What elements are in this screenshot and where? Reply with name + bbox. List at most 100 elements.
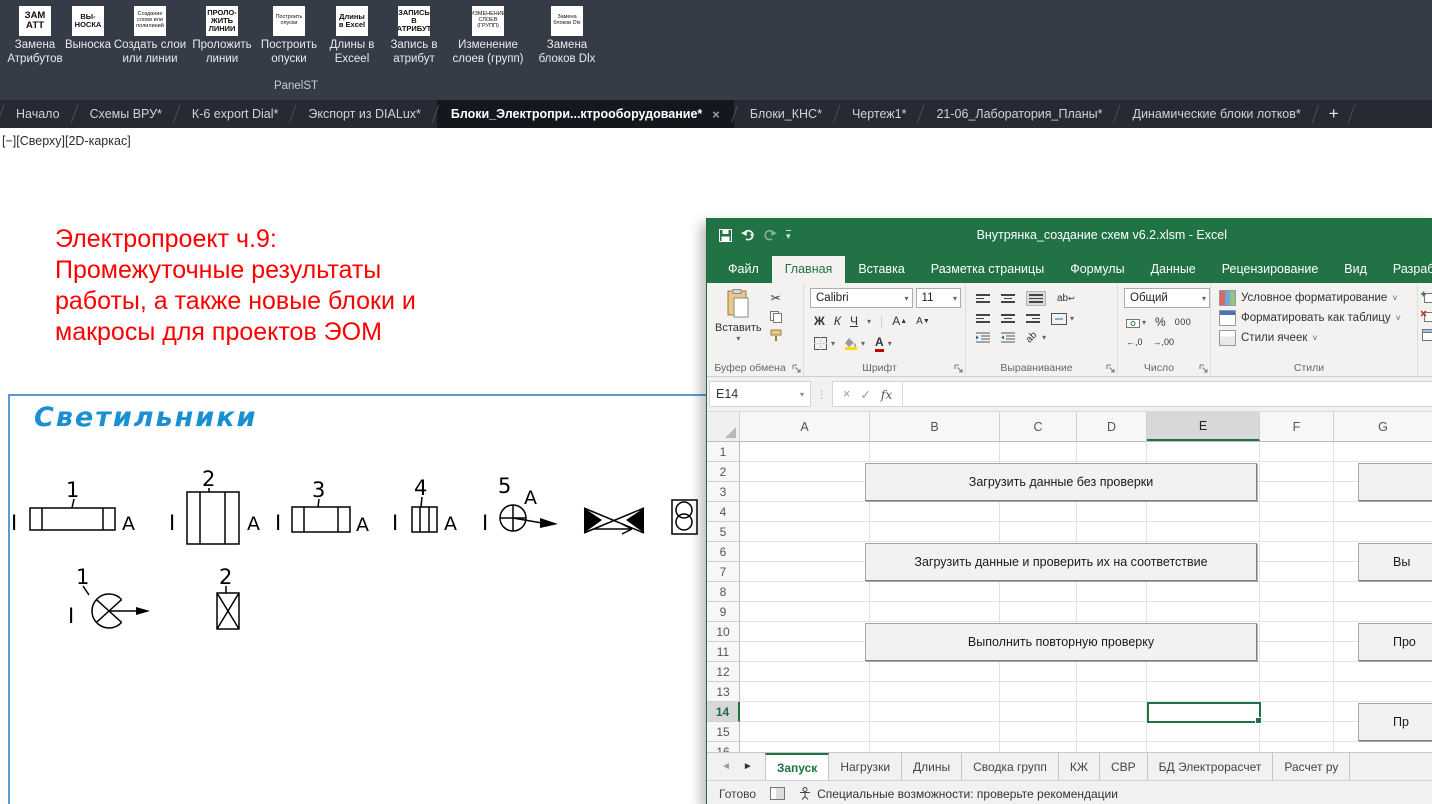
enter-icon[interactable]: ✓	[860, 387, 870, 402]
decrease-indent-icon[interactable]	[976, 332, 990, 343]
fill-color-icon[interactable]	[845, 337, 858, 350]
select-all-corner[interactable]	[707, 412, 740, 441]
merge-center-icon[interactable]	[1051, 312, 1067, 325]
row-header-4[interactable]: 4	[707, 502, 740, 522]
sheet-tab-Нагрузки[interactable]: Нагрузки	[829, 753, 903, 780]
grid-cell[interactable]	[1260, 602, 1334, 622]
grid-cell[interactable]	[1000, 662, 1077, 682]
increase-decimal-icon[interactable]: ←,0	[1126, 337, 1143, 347]
align-top-icon[interactable]	[976, 294, 990, 303]
selected-cell-E14[interactable]	[1147, 702, 1262, 724]
prev-sheet-icon[interactable]: ◄	[721, 761, 731, 772]
grid-cell[interactable]	[740, 642, 870, 662]
grid-cell[interactable]	[1000, 582, 1077, 602]
grid-cell[interactable]	[1077, 742, 1147, 752]
grid-cell[interactable]	[1000, 502, 1077, 522]
grid-cell[interactable]	[1260, 502, 1334, 522]
paste-button[interactable]: Вставить ▾	[715, 289, 762, 343]
grid-cell[interactable]	[1000, 522, 1077, 542]
file-tab[interactable]: Блоки_Электропри...ктрооборудование* ×	[436, 100, 734, 128]
bold-button[interactable]: Ж	[814, 314, 825, 328]
cut-icon[interactable]: ✂	[770, 291, 782, 305]
grid-cell[interactable]	[870, 742, 1000, 752]
grid-cell[interactable]	[1260, 582, 1334, 602]
grid-cell[interactable]	[1147, 522, 1260, 542]
grid-cell[interactable]	[1000, 702, 1077, 722]
macro-button[interactable]: Выполнить повторную проверку	[865, 623, 1257, 661]
grid-cell[interactable]	[1000, 682, 1077, 702]
grid-cell[interactable]	[1260, 682, 1334, 702]
grid-cell[interactable]	[1260, 642, 1334, 662]
styles-item[interactable]: Условное форматирование ˅	[1219, 288, 1417, 308]
grid-cell[interactable]	[1077, 722, 1147, 742]
ribbon-tab-Файл[interactable]: Файл	[715, 256, 772, 283]
row-header-12[interactable]: 12	[707, 662, 740, 682]
file-tab[interactable]: Динамические блоки лотков*	[1118, 100, 1314, 128]
grid-cell[interactable]	[1334, 662, 1432, 682]
row-header-7[interactable]: 7	[707, 562, 740, 582]
row-header-5[interactable]: 5	[707, 522, 740, 542]
accounting-format-icon[interactable]	[1126, 317, 1140, 328]
row-header-1[interactable]: 1	[707, 442, 740, 462]
row-header-15[interactable]: 15	[707, 722, 740, 742]
align-center-icon[interactable]	[1001, 314, 1015, 323]
close-tab-icon[interactable]: ×	[712, 107, 720, 122]
grid-cell[interactable]	[740, 702, 870, 722]
undo-button[interactable]: ▾	[741, 229, 754, 241]
font-name-combo[interactable]: Calibri ▾	[810, 288, 913, 308]
row-header-6[interactable]: 6	[707, 542, 740, 562]
number-format-combo[interactable]: Общий ▾	[1124, 288, 1210, 308]
macro-button[interactable]: Загрузить данные и проверить их на соотв…	[865, 543, 1257, 581]
macro-button-partial[interactable]: Пр	[1358, 703, 1432, 741]
formula-input[interactable]	[903, 381, 1432, 407]
sheet-tab-БД Электрорасчет[interactable]: БД Электрорасчет	[1148, 753, 1274, 780]
sector-lamp-symbol[interactable]: 1 I	[68, 565, 150, 629]
double-circle-symbol[interactable]	[671, 499, 698, 535]
grid-cell[interactable]	[1077, 442, 1147, 462]
grid-cell[interactable]	[1334, 602, 1432, 622]
grid-cell[interactable]	[1147, 722, 1260, 742]
button-route-lines[interactable]: ПРОЛО-ЖИТЬ ЛИНИИ Проложить линии	[190, 6, 254, 67]
percent-style-icon[interactable]: %	[1155, 315, 1166, 329]
grid-cell[interactable]	[1077, 582, 1147, 602]
grid-cell[interactable]	[740, 582, 870, 602]
button-build-drops[interactable]: Построить опуски Построить опуски	[256, 6, 322, 67]
grid-cell[interactable]	[1260, 742, 1334, 752]
grid-cell[interactable]	[740, 502, 870, 522]
grid-cell[interactable]	[1077, 502, 1147, 522]
luminaire-symbol-1[interactable]: I 1 A	[11, 478, 135, 535]
grid-cell[interactable]	[1077, 682, 1147, 702]
grid-cell[interactable]	[740, 722, 870, 742]
column-header-D[interactable]: D	[1077, 412, 1147, 441]
file-tab[interactable]: Экспорт из DIALux*	[294, 100, 434, 128]
macro-button[interactable]: Загрузить данные без проверки	[865, 463, 1257, 501]
luminaire-symbol-4[interactable]: I 4 A	[392, 476, 457, 535]
italic-button[interactable]: К	[834, 314, 841, 328]
accessibility-status[interactable]: Специальные возможности: проверьте реком…	[799, 787, 1118, 801]
grid-cell[interactable]	[1260, 722, 1334, 742]
grid-cell[interactable]	[1260, 622, 1334, 642]
ribbon-tab-Формулы[interactable]: Формулы	[1057, 256, 1137, 283]
customize-qat-button[interactable]: ▾	[786, 230, 791, 241]
ribbon-tab-Вставка[interactable]: Вставка	[845, 256, 917, 283]
cancel-icon[interactable]: ×	[843, 387, 850, 401]
number-dialog-launcher[interactable]	[1199, 364, 1208, 373]
grid-cell[interactable]	[1147, 682, 1260, 702]
column-header-E[interactable]: E	[1147, 412, 1260, 441]
row-header-14[interactable]: 14	[707, 702, 740, 722]
grid-cell[interactable]	[1334, 742, 1432, 752]
grid-cell[interactable]	[740, 542, 870, 562]
grid-cell[interactable]	[740, 562, 870, 582]
align-middle-icon[interactable]	[1001, 294, 1015, 303]
next-sheet-icon[interactable]: ►	[743, 761, 753, 772]
grid-cell[interactable]	[740, 742, 870, 752]
grid-cell[interactable]	[1334, 582, 1432, 602]
macro-button-partial[interactable]	[1358, 463, 1432, 501]
grid-cell[interactable]	[740, 522, 870, 542]
grid-cell[interactable]	[870, 682, 1000, 702]
sheet-tab-Запуск[interactable]: Запуск	[764, 753, 830, 780]
grid-cell[interactable]	[1077, 602, 1147, 622]
font-dialog-launcher[interactable]	[954, 364, 963, 373]
row-header-9[interactable]: 9	[707, 602, 740, 622]
sheet-tab-СВР[interactable]: СВР	[1100, 753, 1148, 780]
